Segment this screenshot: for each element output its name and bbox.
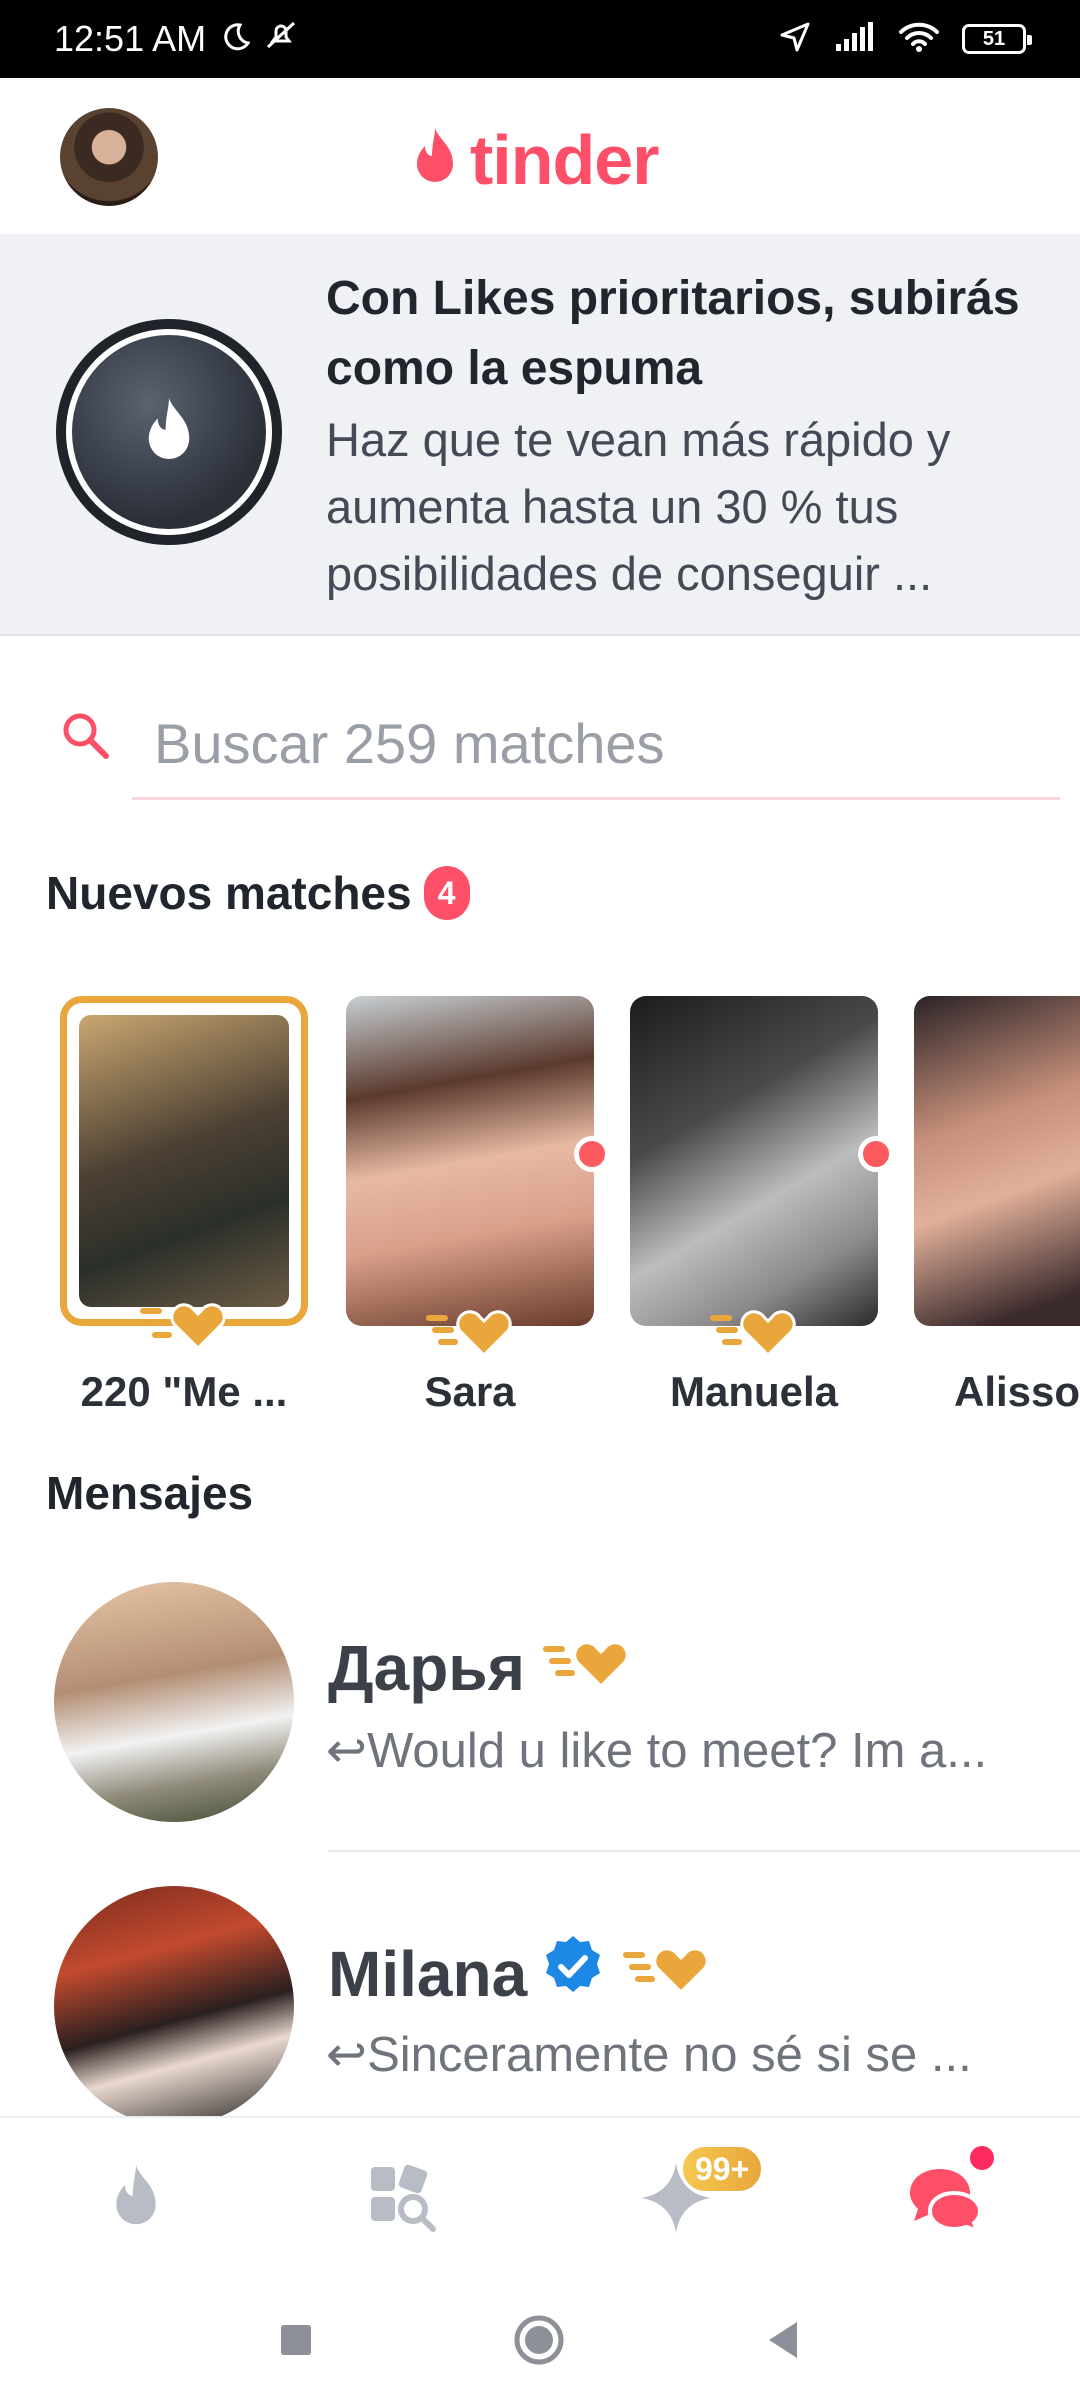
message-avatar[interactable] bbox=[54, 1886, 294, 2126]
gold-heart-icon bbox=[539, 1630, 635, 1705]
flame-logo-icon bbox=[408, 126, 462, 195]
status-left: 12:51 AM bbox=[54, 18, 298, 60]
home-button[interactable] bbox=[513, 2314, 565, 2371]
signal-icon bbox=[834, 21, 876, 57]
message-avatar[interactable] bbox=[54, 1582, 294, 1822]
message-row[interactable]: Дарья ↩Would u like to meet? Im a... bbox=[0, 1582, 1080, 1882]
match-name: Alisso bbox=[954, 1368, 1080, 1415]
recent-apps-button[interactable] bbox=[279, 2323, 313, 2362]
message-preview: ↩Would u like to meet? Im a... bbox=[326, 1722, 987, 1779]
gold-heart-icon bbox=[136, 1292, 232, 1357]
match-photo[interactable] bbox=[346, 996, 610, 1358]
message-name-text: Milana bbox=[328, 1937, 528, 2010]
reply-arrow-icon: ↩ bbox=[326, 1724, 368, 1778]
match-photo[interactable] bbox=[60, 996, 308, 1351]
search-input[interactable] bbox=[132, 690, 1060, 800]
app-header: tinder bbox=[0, 78, 1080, 234]
promo-title: Con Likes prioritarios, subirás como la … bbox=[326, 272, 1020, 395]
message-preview-text: Would u like to meet? Im a... bbox=[367, 1724, 988, 1778]
match-name: Sara bbox=[424, 1368, 516, 1415]
matches-carousel[interactable]: 220 "Me ... Sara Manuela Alisso bbox=[0, 996, 1080, 1416]
location-icon bbox=[778, 20, 812, 59]
message-name: Дарья bbox=[328, 1630, 635, 1705]
gold-heart-icon bbox=[422, 1299, 518, 1364]
match-card[interactable]: Alisso bbox=[914, 996, 1080, 1416]
status-bar: 12:51 AM 51 bbox=[0, 0, 1080, 78]
match-card[interactable]: Manuela bbox=[630, 996, 894, 1416]
status-right: 51 bbox=[778, 20, 1032, 59]
message-name-text: Дарья bbox=[328, 1631, 525, 1704]
match-photo[interactable] bbox=[914, 996, 1080, 1326]
message-divider bbox=[328, 1850, 1080, 1852]
match-card[interactable]: 220 "Me ... bbox=[60, 996, 308, 1416]
bottom-nav: 99+ bbox=[0, 2116, 1080, 2284]
match-name: 220 "Me ... bbox=[80, 1368, 288, 1415]
new-matches-count-badge: 4 bbox=[423, 866, 470, 920]
clock: 12:51 AM bbox=[54, 18, 207, 59]
battery-icon: 51 bbox=[962, 24, 1032, 54]
message-preview-text: Sinceramente no sé si se ... bbox=[367, 2028, 972, 2082]
match-image bbox=[630, 996, 878, 1326]
nav-explore-icon[interactable] bbox=[362, 2158, 442, 2238]
profile-avatar[interactable] bbox=[60, 108, 158, 206]
promo-body: Haz que te vean más rápido y aumenta has… bbox=[326, 413, 951, 600]
muted-bell-icon bbox=[264, 18, 298, 60]
moon-icon bbox=[220, 18, 251, 60]
verified-icon bbox=[541, 1934, 605, 2013]
match-card[interactable]: Sara bbox=[346, 996, 610, 1416]
logo-text: tinder bbox=[470, 121, 659, 199]
tinder-logo: tinder bbox=[408, 120, 659, 200]
likes-count-badge: 99+ bbox=[680, 2144, 765, 2194]
message-preview: ↩Sinceramente no sé si se ... bbox=[326, 2026, 972, 2083]
new-matches-title: Nuevos matches 4 bbox=[46, 866, 470, 920]
search-icon bbox=[58, 708, 114, 769]
gold-heart-icon bbox=[619, 1936, 715, 2011]
chat-notification-dot bbox=[970, 2146, 994, 2170]
new-matches-label: Nuevos matches bbox=[46, 867, 412, 919]
messages-title: Mensajes bbox=[46, 1466, 253, 1520]
nav-chat-icon[interactable] bbox=[906, 2158, 986, 2238]
online-indicator bbox=[574, 1136, 610, 1172]
system-nav bbox=[0, 2284, 1080, 2400]
boost-ring bbox=[56, 319, 282, 545]
search-bar bbox=[0, 690, 1080, 800]
match-image bbox=[914, 996, 1080, 1326]
online-indicator bbox=[858, 1136, 894, 1172]
messages-label: Mensajes bbox=[46, 1467, 254, 1519]
gold-heart-icon bbox=[706, 1299, 802, 1364]
match-name: Manuela bbox=[669, 1368, 839, 1415]
priority-likes-promo[interactable]: Con Likes prioritarios, subirás como la … bbox=[0, 234, 1080, 636]
match-image bbox=[79, 1015, 289, 1307]
reply-arrow-icon: ↩ bbox=[326, 2028, 368, 2082]
message-name: Milana bbox=[328, 1934, 715, 2013]
match-photo[interactable] bbox=[630, 996, 894, 1358]
back-button[interactable] bbox=[765, 2320, 801, 2365]
boost-flame-icon bbox=[66, 329, 272, 535]
match-image bbox=[346, 996, 594, 1326]
nav-flame-icon[interactable] bbox=[96, 2158, 176, 2238]
wifi-icon bbox=[898, 21, 940, 58]
